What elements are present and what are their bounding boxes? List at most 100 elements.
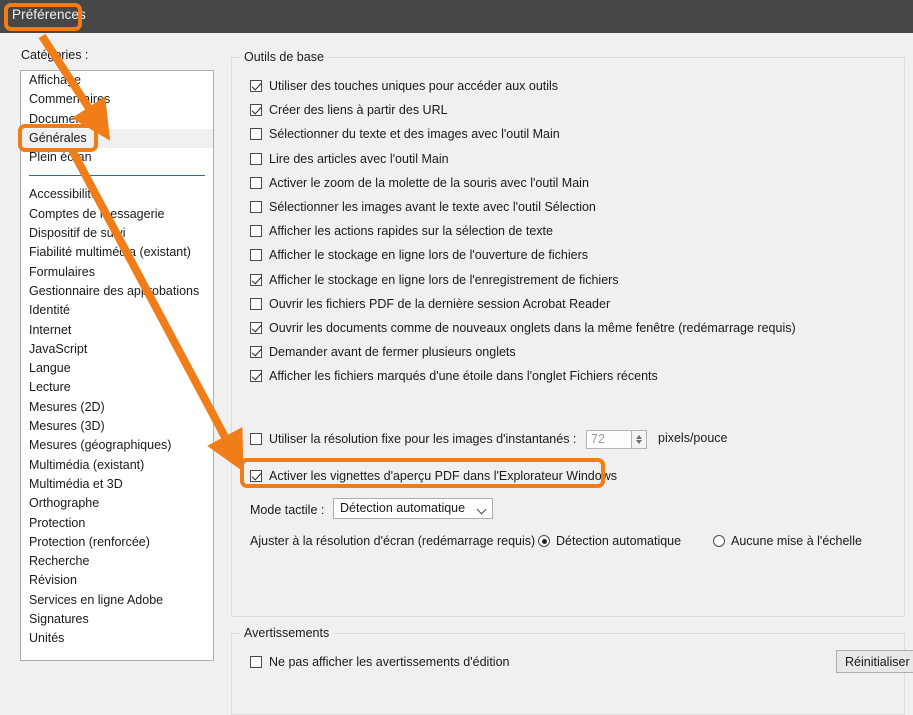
sidebar-item-langue[interactable]: Langue bbox=[21, 359, 213, 378]
resolution-value: 72 bbox=[591, 432, 605, 446]
tools-checkbox-row[interactable]: Activer le zoom de la molette de la sour… bbox=[250, 174, 589, 192]
hide-edit-warnings-label: Ne pas afficher les avertissements d'édi… bbox=[269, 655, 510, 669]
sidebar-item-mesures-3d[interactable]: Mesures (3D) bbox=[21, 417, 213, 436]
checkbox-box[interactable] bbox=[250, 128, 262, 141]
checkbox-box[interactable] bbox=[250, 80, 262, 92]
checkbox-label: Sélectionner les images avant le texte a… bbox=[269, 200, 596, 214]
screen-scaling-label: Ajuster à la résolution d'écran (redémar… bbox=[250, 534, 543, 548]
tools-checkbox-row[interactable]: Sélectionner les images avant le texte a… bbox=[250, 198, 596, 216]
checkbox-label: Utiliser des touches uniques pour accéde… bbox=[269, 79, 559, 93]
checkbox-label: Afficher les fichiers marqués d'une étoi… bbox=[269, 369, 658, 384]
reset-button[interactable]: Réinitialiser bbox=[836, 650, 913, 673]
sidebar-item-signatures[interactable]: Signatures bbox=[21, 610, 213, 629]
sidebar-item-lecture[interactable]: Lecture bbox=[21, 378, 213, 397]
checkbox-label: Afficher les actions rapides sur la séle… bbox=[269, 224, 553, 239]
sidebar-item-protection-renforc-e[interactable]: Protection (renforcée) bbox=[21, 533, 213, 552]
touch-mode-select[interactable]: Détection automatique bbox=[333, 498, 493, 519]
checkbox-box[interactable] bbox=[250, 322, 262, 334]
checkbox-box[interactable] bbox=[250, 249, 262, 262]
thumbnails-highlight bbox=[240, 458, 605, 488]
stepper-up-icon[interactable] bbox=[636, 435, 642, 439]
checkbox-label: Activer le zoom de la molette de la sour… bbox=[269, 175, 589, 190]
radio-no-scaling-label: Aucune mise à l'échelle bbox=[731, 534, 862, 548]
basic-tools-title: Outils de base bbox=[240, 50, 328, 64]
fixed-resolution-label: Utiliser la résolution fixe pour les ima… bbox=[269, 432, 577, 446]
resolution-stepper[interactable] bbox=[632, 430, 647, 449]
hide-edit-warnings-checkbox[interactable]: Ne pas afficher les avertissements d'édi… bbox=[250, 653, 509, 671]
sidebar-item-formulaires[interactable]: Formulaires bbox=[21, 263, 213, 282]
fixed-resolution-checkbox[interactable]: Utiliser la résolution fixe pour les ima… bbox=[250, 430, 576, 448]
tools-checkbox-row[interactable]: Demander avant de fermer plusieurs ongle… bbox=[250, 343, 516, 361]
sidebar-item-orthographe[interactable]: Orthographe bbox=[21, 494, 213, 513]
radio-button-no-scaling[interactable] bbox=[713, 535, 725, 547]
sidebar-item-fiabilit-multim-dia-existant[interactable]: Fiabilité multimédia (existant) bbox=[21, 243, 213, 262]
sidebar-item-internet[interactable]: Internet bbox=[21, 321, 213, 340]
sidebar-item-multim-dia-et-3d[interactable]: Multimédia et 3D bbox=[21, 475, 213, 494]
checkbox-box-fixed-resolution[interactable] bbox=[250, 433, 262, 445]
sidebar-item-recherche[interactable]: Recherche bbox=[21, 552, 213, 571]
sidebar-item-services-en-ligne-adobe[interactable]: Services en ligne Adobe bbox=[21, 591, 213, 610]
chevron-down-icon[interactable] bbox=[478, 506, 486, 514]
checkbox-label: Sélectionner du texte et des images avec… bbox=[269, 127, 560, 142]
tools-checkbox-row[interactable]: Afficher le stockage en ligne lors de l'… bbox=[250, 271, 619, 289]
touch-mode-label: Mode tactile : bbox=[250, 503, 325, 517]
categories-listbox[interactable]: Affichage Commentaires Documents Générales P… bbox=[20, 70, 214, 661]
tools-checkbox-row[interactable]: Utiliser des touches uniques pour accéde… bbox=[250, 77, 558, 95]
checkbox-box[interactable] bbox=[250, 297, 262, 310]
warnings-groupbox: Avertissements bbox=[231, 626, 905, 715]
tools-checkbox-row[interactable]: Créer des liens à partir des URL bbox=[250, 101, 448, 119]
tools-checkbox-row[interactable]: Ouvrir les fichiers PDF de la dernière s… bbox=[250, 295, 610, 313]
sidebar-item-gestionnaire-des-approbations[interactable]: Gestionnaire des approbations bbox=[21, 282, 213, 301]
checkbox-label: Afficher le stockage en ligne lors de l'… bbox=[269, 248, 588, 263]
categories-separator bbox=[29, 175, 205, 177]
radio-button-auto-detect[interactable] bbox=[538, 535, 550, 547]
sidebar-item-mesures-2d[interactable]: Mesures (2D) bbox=[21, 398, 213, 417]
radio-auto-detect[interactable]: Détection automatique bbox=[538, 534, 681, 548]
sidebar-item-comptes-de-messagerie[interactable]: Comptes de messagerie bbox=[21, 205, 213, 224]
tools-checkbox-row[interactable]: Afficher les fichiers marqués d'une étoi… bbox=[250, 367, 658, 385]
checkbox-label: Ouvrir les documents comme de nouveaux o… bbox=[269, 321, 796, 335]
checkbox-box[interactable] bbox=[250, 201, 262, 213]
sidebar-item-r-vision[interactable]: Révision bbox=[21, 571, 213, 590]
categories-label: Catégories : bbox=[21, 48, 89, 62]
resolution-units-label: pixels/pouce bbox=[658, 431, 728, 445]
sidebar-item-affichage[interactable]: Affichage bbox=[21, 71, 213, 90]
checkbox-label: Ouvrir les fichiers PDF de la dernière s… bbox=[269, 296, 611, 311]
title-highlight bbox=[4, 3, 82, 31]
sidebar-item-multim-dia-existant[interactable]: Multimédia (existant) bbox=[21, 456, 213, 475]
tools-checkbox-row[interactable]: Afficher les actions rapides sur la séle… bbox=[250, 222, 553, 240]
warnings-title: Avertissements bbox=[240, 626, 334, 640]
sidebar-item-javascript[interactable]: JavaScript bbox=[21, 340, 213, 359]
sidebar-item-identit[interactable]: Identité bbox=[21, 301, 213, 320]
checkbox-box-hide-edit-warnings[interactable] bbox=[250, 656, 262, 668]
radio-auto-detect-label: Détection automatique bbox=[556, 534, 682, 548]
generales-highlight bbox=[18, 124, 98, 152]
tools-checkbox-row[interactable]: Sélectionner du texte et des images avec… bbox=[250, 125, 560, 143]
sidebar-item-dispositif-de-suivi[interactable]: Dispositif de suivi bbox=[21, 224, 213, 243]
sidebar-item-commentaires[interactable]: Commentaires bbox=[21, 90, 213, 109]
checkbox-box[interactable] bbox=[250, 152, 262, 165]
radio-no-scaling[interactable]: Aucune mise à l'échelle bbox=[713, 534, 862, 548]
sidebar-item-accessibilit[interactable]: Accessibilité bbox=[21, 185, 213, 204]
sidebar-item-protection[interactable]: Protection bbox=[21, 514, 213, 533]
checkbox-box[interactable] bbox=[250, 176, 262, 189]
sidebar-item-unit-s[interactable]: Unités bbox=[21, 629, 213, 648]
sidebar-item-mesures-g-ographiques[interactable]: Mesures (géographiques) bbox=[21, 436, 213, 455]
stepper-down-icon[interactable] bbox=[636, 440, 642, 444]
categories-primary-group: Affichage Commentaires Documents Générales P… bbox=[21, 71, 213, 167]
window-title-bar: Préférences bbox=[0, 0, 913, 33]
checkbox-box[interactable] bbox=[250, 370, 262, 383]
checkbox-label: Créer des liens à partir des URL bbox=[269, 103, 448, 118]
tools-checkbox-row[interactable]: Lire des articles avec l'outil Main bbox=[250, 150, 449, 168]
reset-button-label: Réinitialiser bbox=[845, 655, 910, 669]
tools-checkbox-row[interactable]: Ouvrir les documents comme de nouveaux o… bbox=[250, 319, 796, 337]
checkbox-box[interactable] bbox=[250, 104, 262, 117]
checkbox-box[interactable] bbox=[250, 346, 262, 359]
checkbox-box[interactable] bbox=[250, 273, 262, 286]
checkbox-label: Lire des articles avec l'outil Main bbox=[269, 151, 449, 166]
checkbox-label: Demander avant de fermer plusieurs ongle… bbox=[269, 345, 516, 360]
checkbox-box[interactable] bbox=[250, 225, 262, 238]
resolution-value-input[interactable]: 72 bbox=[586, 430, 632, 449]
touch-mode-value: Détection automatique bbox=[340, 501, 466, 515]
tools-checkbox-row[interactable]: Afficher le stockage en ligne lors de l'… bbox=[250, 246, 588, 264]
